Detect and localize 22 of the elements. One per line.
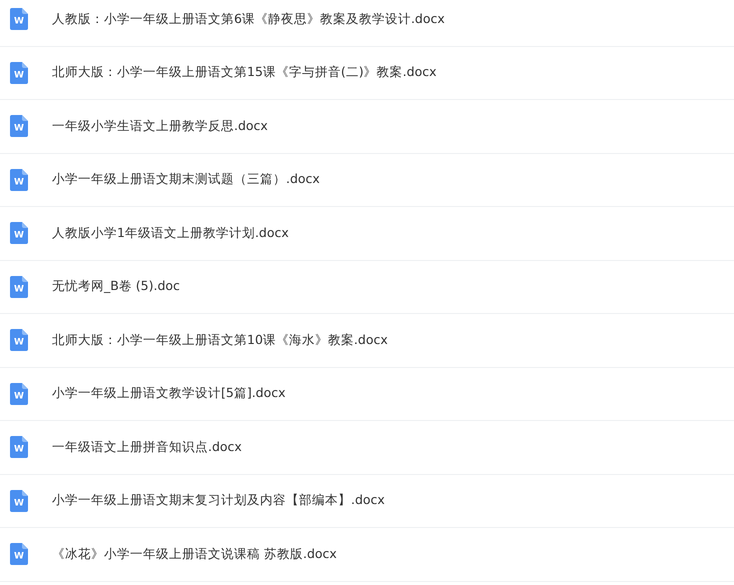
file-name[interactable]: 小学一年级上册语文期末测试题（三篇）.docx [52, 171, 320, 188]
word-file-icon: W [10, 382, 28, 405]
word-file-icon: W [10, 62, 28, 84]
file-name[interactable]: 人教版小学1年级语文上册教学计划.docx [52, 224, 289, 242]
word-file-icon: W [10, 543, 28, 566]
file-name[interactable]: 无忧考网_B卷 (5).doc [52, 278, 180, 296]
word-file-icon: W [10, 8, 28, 30]
file-name[interactable]: 人教版：小学一年级上册语文第6课《静夜思》教案及教学设计.docx [52, 10, 445, 28]
word-file-icon: W [10, 222, 28, 244]
file-name[interactable]: 一年级语文上册拼音知识点.docx [52, 438, 242, 456]
file-name[interactable]: 小学一年级上册语文教学设计[5篇].docx [52, 385, 286, 402]
word-file-icon: W [10, 329, 28, 352]
file-name[interactable]: 《冰花》小学一年级上册语文说课稿 苏教版.docx [52, 546, 337, 563]
word-file-icon: W [10, 436, 28, 458]
word-file-icon: W [10, 168, 28, 191]
file-name[interactable]: 小学一年级上册语文期末复习计划及内容【部编本】.docx [52, 492, 385, 510]
file-name[interactable]: 北师大版：小学一年级上册语文第15课《字与拼音(二)》教案.docx [52, 64, 436, 82]
word-file-icon: W [10, 490, 28, 512]
file-name[interactable]: 北师大版：小学一年级上册语文第10课《海水》教案.docx [52, 332, 388, 349]
word-file-icon: W [10, 276, 28, 298]
word-file-icon: W [10, 115, 28, 138]
file-name[interactable]: 一年级小学生语文上册教学反思.docx [52, 118, 268, 135]
